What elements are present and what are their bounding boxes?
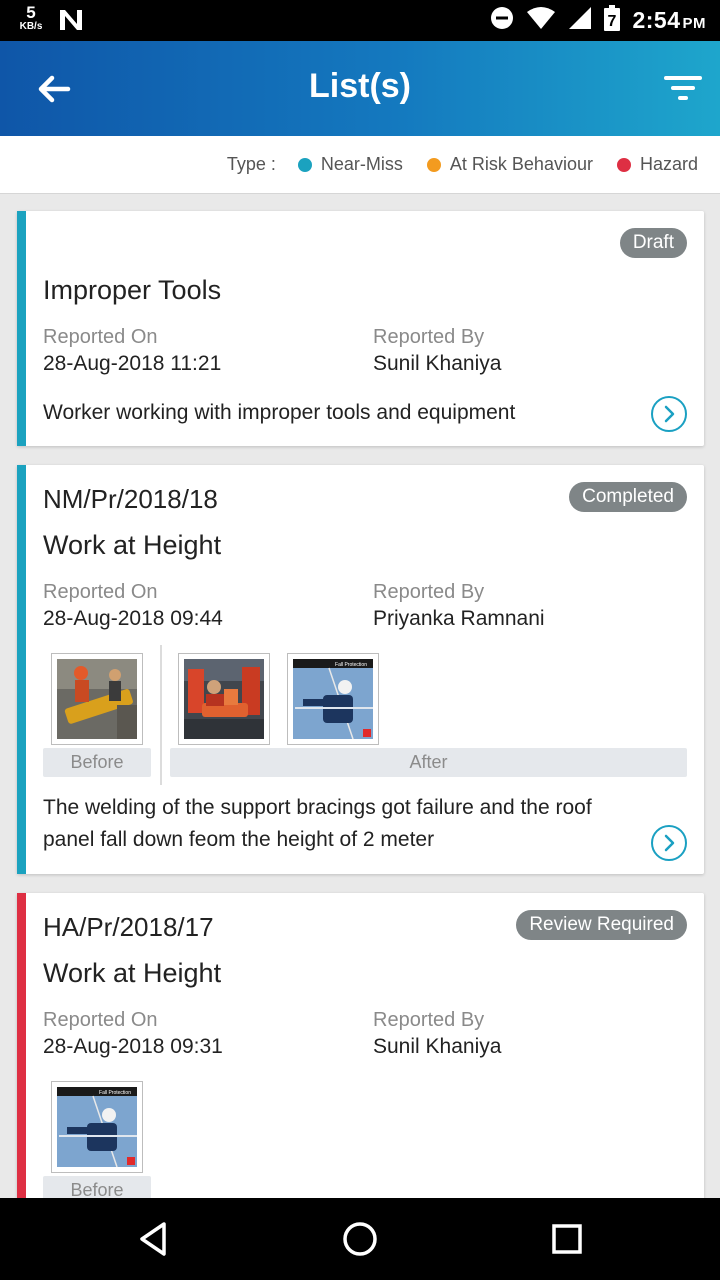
do-not-disturb-icon	[490, 6, 514, 35]
photo-thumbnail: Fall Protection	[57, 1087, 137, 1167]
type-stripe	[17, 211, 26, 446]
n-icon	[58, 8, 84, 37]
clock-time: 2:54	[632, 7, 681, 33]
photo-thumbnail: Fall Protection	[293, 659, 373, 739]
status-badge: Review Required	[516, 910, 687, 940]
before-label: Before	[43, 1176, 151, 1198]
open-details-button[interactable]	[651, 396, 687, 432]
chevron-right-icon	[664, 834, 675, 852]
reported-by-value: Sunil Khaniya	[373, 352, 502, 375]
before-photo[interactable]	[51, 653, 143, 745]
legend-item-label: Near-Miss	[320, 154, 403, 174]
clock-ampm: PM	[682, 15, 706, 32]
status-badge: Completed	[569, 482, 687, 512]
reported-by-label: Reported By	[373, 1009, 485, 1031]
nav-back-button[interactable]	[134, 1219, 174, 1259]
reported-by-label: Reported By	[373, 326, 485, 348]
photo-thumbnail	[57, 659, 137, 739]
type-stripe	[17, 465, 26, 874]
report-code: HA/Pr/2018/17	[43, 912, 214, 942]
reported-on-label: Reported On	[43, 581, 158, 603]
nav-home-button[interactable]	[340, 1219, 380, 1259]
status-bar: 5 KB/s 7 2:54 PM	[0, 0, 720, 41]
nav-recents-button[interactable]	[547, 1219, 587, 1259]
network-speed-value: 5	[26, 3, 36, 22]
legend-item-at-risk: At Risk Behaviour	[426, 154, 593, 175]
after-photo[interactable]	[178, 653, 270, 745]
reported-on-value: 28-Aug-2018 09:44	[43, 607, 223, 630]
report-card[interactable]: NM/Pr/2018/18 Completed Work at Height R…	[17, 465, 704, 874]
circle-home-icon	[343, 1222, 377, 1256]
report-code: NM/Pr/2018/18	[43, 484, 218, 514]
type-legend: Type : Near-Miss At Risk Behaviour Hazar…	[0, 136, 720, 194]
reported-on-value: 28-Aug-2018 11:21	[43, 352, 222, 375]
after-label: After	[170, 748, 687, 777]
app-bar: List(s)	[0, 41, 720, 136]
square-recents-icon	[552, 1224, 582, 1254]
reported-on-label: Reported On	[43, 326, 158, 348]
reported-by-value: Priyanka Ramnani	[373, 607, 545, 630]
reported-by-label: Reported By	[373, 581, 485, 603]
hazard-dot-icon	[616, 157, 631, 172]
photo-caption: Fall Protection	[335, 662, 367, 668]
clock: 2:54 PM	[632, 7, 706, 34]
at-risk-dot-icon	[426, 157, 441, 172]
after-photo[interactable]: Fall Protection	[287, 653, 379, 745]
network-speed: 5 KB/s	[14, 4, 48, 32]
open-details-button[interactable]	[651, 825, 687, 861]
report-title: Improper Tools	[43, 275, 222, 305]
type-stripe	[17, 893, 26, 1198]
reported-on-label: Reported On	[43, 1009, 158, 1031]
before-photo[interactable]: Fall Protection	[51, 1081, 143, 1173]
signal-icon	[568, 6, 592, 35]
filter-icon	[664, 76, 702, 100]
near-miss-dot-icon	[297, 157, 312, 172]
navigation-bar	[0, 1198, 720, 1280]
report-title: Work at Height	[43, 958, 222, 988]
before-label: Before	[43, 748, 151, 777]
wifi-icon	[526, 6, 556, 35]
page-title: List(s)	[309, 67, 411, 105]
legend-label: Type :	[226, 154, 276, 174]
photo-thumbnail	[184, 659, 264, 739]
reported-on-value: 28-Aug-2018 09:31	[43, 1035, 223, 1058]
reported-by-value: Sunil Khaniya	[373, 1035, 502, 1058]
report-card[interactable]: Draft Improper Tools Reported On 28-Aug-…	[17, 211, 704, 446]
triangle-back-icon	[140, 1222, 166, 1256]
report-title: Work at Height	[43, 530, 222, 560]
legend-item-label: Hazard	[639, 154, 698, 174]
report-description: Worker working with improper tools and e…	[43, 401, 516, 424]
battery-icon: 7	[604, 5, 621, 36]
report-list[interactable]: Draft Improper Tools Reported On 28-Aug-…	[0, 194, 720, 1198]
photo-caption: Fall Protection	[99, 1090, 131, 1096]
report-card[interactable]: HA/Pr/2018/17 Review Required Work at He…	[17, 893, 704, 1198]
report-description: The welding of the support bracings got …	[43, 796, 592, 851]
network-speed-unit: KB/s	[19, 21, 43, 32]
legend-item-label: At Risk Behaviour	[449, 154, 593, 174]
legend-item-hazard: Hazard	[616, 154, 698, 175]
battery-level: 7	[608, 13, 617, 30]
photo-divider	[160, 645, 162, 785]
chevron-right-icon	[664, 405, 675, 423]
filter-button[interactable]	[662, 71, 704, 105]
status-badge: Draft	[619, 228, 687, 258]
legend-item-near-miss: Near-Miss	[297, 154, 403, 175]
